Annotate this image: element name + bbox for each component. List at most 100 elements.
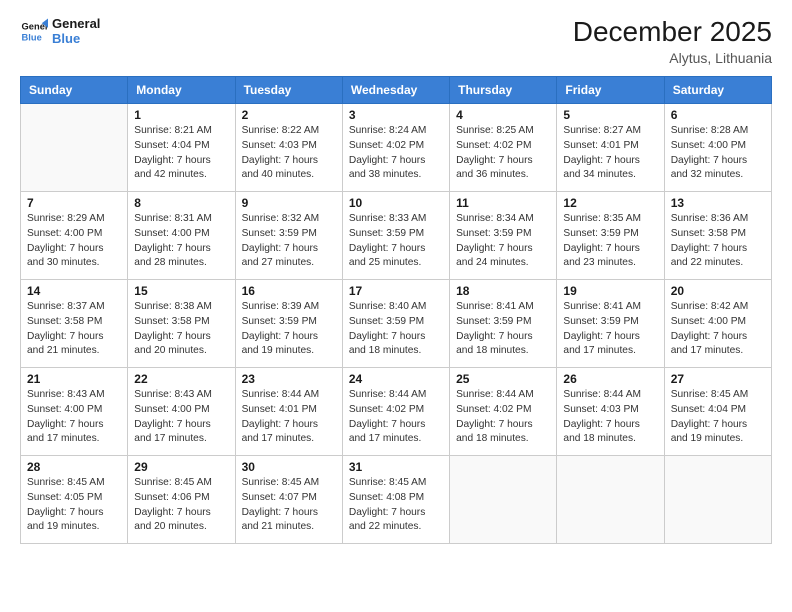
calendar-cell: 30 Sunrise: 8:45 AM Sunset: 4:07 PM Dayli… bbox=[235, 456, 342, 544]
day-number: 19 bbox=[563, 284, 657, 298]
day-number: 13 bbox=[671, 196, 765, 210]
calendar-page: General Blue General Blue December 2025 … bbox=[0, 0, 792, 612]
day-info: Sunrise: 8:34 AM Sunset: 3:59 PM Dayligh… bbox=[456, 212, 550, 271]
day-info: Sunrise: 8:44 AM Sunset: 4:02 PM Dayligh… bbox=[456, 388, 550, 447]
day-info: Sunrise: 8:27 AM Sunset: 4:01 PM Dayligh… bbox=[563, 124, 657, 183]
day-info: Sunrise: 8:45 AM Sunset: 4:07 PM Dayligh… bbox=[242, 476, 336, 535]
weekday-header-tuesday: Tuesday bbox=[235, 77, 342, 104]
day-number: 15 bbox=[134, 284, 228, 298]
day-number: 24 bbox=[349, 372, 443, 386]
calendar-cell: 11 Sunrise: 8:34 AM Sunset: 3:59 PM Dayli… bbox=[450, 192, 557, 280]
day-number: 29 bbox=[134, 460, 228, 474]
day-info: Sunrise: 8:41 AM Sunset: 3:59 PM Dayligh… bbox=[456, 300, 550, 359]
day-info: Sunrise: 8:45 AM Sunset: 4:08 PM Dayligh… bbox=[349, 476, 443, 535]
calendar-cell: 6 Sunrise: 8:28 AM Sunset: 4:00 PM Daylig… bbox=[664, 104, 771, 192]
day-number: 17 bbox=[349, 284, 443, 298]
day-info: Sunrise: 8:43 AM Sunset: 4:00 PM Dayligh… bbox=[134, 388, 228, 447]
logo-text-general: General bbox=[52, 16, 100, 31]
calendar-table: SundayMondayTuesdayWednesdayThursdayFrid… bbox=[20, 76, 772, 544]
day-info: Sunrise: 8:36 AM Sunset: 3:58 PM Dayligh… bbox=[671, 212, 765, 271]
day-info: Sunrise: 8:28 AM Sunset: 4:00 PM Dayligh… bbox=[671, 124, 765, 183]
calendar-cell: 25 Sunrise: 8:44 AM Sunset: 4:02 PM Dayli… bbox=[450, 368, 557, 456]
day-info: Sunrise: 8:39 AM Sunset: 3:59 PM Dayligh… bbox=[242, 300, 336, 359]
day-info: Sunrise: 8:38 AM Sunset: 3:58 PM Dayligh… bbox=[134, 300, 228, 359]
day-number: 25 bbox=[456, 372, 550, 386]
day-info: Sunrise: 8:44 AM Sunset: 4:03 PM Dayligh… bbox=[563, 388, 657, 447]
day-number: 2 bbox=[242, 108, 336, 122]
day-number: 6 bbox=[671, 108, 765, 122]
weekday-header-friday: Friday bbox=[557, 77, 664, 104]
calendar-cell: 21 Sunrise: 8:43 AM Sunset: 4:00 PM Dayli… bbox=[21, 368, 128, 456]
day-number: 30 bbox=[242, 460, 336, 474]
day-number: 9 bbox=[242, 196, 336, 210]
day-info: Sunrise: 8:37 AM Sunset: 3:58 PM Dayligh… bbox=[27, 300, 121, 359]
day-number: 22 bbox=[134, 372, 228, 386]
calendar-cell bbox=[450, 456, 557, 544]
day-info: Sunrise: 8:45 AM Sunset: 4:05 PM Dayligh… bbox=[27, 476, 121, 535]
calendar-cell: 20Sunrise: 8:42 AM Sunset: 4:00 PM Dayli… bbox=[664, 280, 771, 368]
day-number: 4 bbox=[456, 108, 550, 122]
calendar-cell: 2Sunrise: 8:22 AM Sunset: 4:03 PM Daylig… bbox=[235, 104, 342, 192]
weekday-header-wednesday: Wednesday bbox=[342, 77, 449, 104]
location: Alytus, Lithuania bbox=[573, 50, 772, 66]
day-info: Sunrise: 8:25 AM Sunset: 4:02 PM Dayligh… bbox=[456, 124, 550, 183]
calendar-cell: 19Sunrise: 8:41 AM Sunset: 3:59 PM Dayli… bbox=[557, 280, 664, 368]
day-number: 28 bbox=[27, 460, 121, 474]
calendar-cell bbox=[557, 456, 664, 544]
weekday-header-saturday: Saturday bbox=[664, 77, 771, 104]
calendar-week-row: 21 Sunrise: 8:43 AM Sunset: 4:00 PM Dayli… bbox=[21, 368, 772, 456]
calendar-cell: 5 Sunrise: 8:27 AM Sunset: 4:01 PM Daylig… bbox=[557, 104, 664, 192]
day-number: 27 bbox=[671, 372, 765, 386]
day-number: 14 bbox=[27, 284, 121, 298]
svg-text:Blue: Blue bbox=[22, 32, 42, 42]
day-number: 5 bbox=[563, 108, 657, 122]
calendar-week-row: 7 Sunrise: 8:29 AM Sunset: 4:00 PM Daylig… bbox=[21, 192, 772, 280]
weekday-header-sunday: Sunday bbox=[21, 77, 128, 104]
title-block: December 2025 Alytus, Lithuania bbox=[573, 16, 772, 66]
day-info: Sunrise: 8:31 AM Sunset: 4:00 PM Dayligh… bbox=[134, 212, 228, 271]
calendar-cell: 22 Sunrise: 8:43 AM Sunset: 4:00 PM Dayli… bbox=[128, 368, 235, 456]
logo-icon: General Blue bbox=[20, 17, 48, 45]
calendar-cell: 31 Sunrise: 8:45 AM Sunset: 4:08 PM Dayli… bbox=[342, 456, 449, 544]
day-number: 11 bbox=[456, 196, 550, 210]
calendar-cell: 13 Sunrise: 8:36 AM Sunset: 3:58 PM Dayli… bbox=[664, 192, 771, 280]
logo: General Blue General Blue bbox=[20, 16, 100, 46]
day-info: Sunrise: 8:45 AM Sunset: 4:06 PM Dayligh… bbox=[134, 476, 228, 535]
calendar-cell: 1 Sunrise: 8:21 AM Sunset: 4:04 PM Daylig… bbox=[128, 104, 235, 192]
calendar-cell: 9 Sunrise: 8:32 AM Sunset: 3:59 PM Daylig… bbox=[235, 192, 342, 280]
calendar-cell: 3Sunrise: 8:24 AM Sunset: 4:02 PM Daylig… bbox=[342, 104, 449, 192]
calendar-cell: 27 Sunrise: 8:45 AM Sunset: 4:04 PM Dayli… bbox=[664, 368, 771, 456]
day-info: Sunrise: 8:44 AM Sunset: 4:02 PM Dayligh… bbox=[349, 388, 443, 447]
day-number: 23 bbox=[242, 372, 336, 386]
day-number: 7 bbox=[27, 196, 121, 210]
day-number: 18 bbox=[456, 284, 550, 298]
calendar-cell: 26Sunrise: 8:44 AM Sunset: 4:03 PM Dayli… bbox=[557, 368, 664, 456]
calendar-cell: 12Sunrise: 8:35 AM Sunset: 3:59 PM Dayli… bbox=[557, 192, 664, 280]
day-info: Sunrise: 8:43 AM Sunset: 4:00 PM Dayligh… bbox=[27, 388, 121, 447]
day-info: Sunrise: 8:32 AM Sunset: 3:59 PM Dayligh… bbox=[242, 212, 336, 271]
day-info: Sunrise: 8:29 AM Sunset: 4:00 PM Dayligh… bbox=[27, 212, 121, 271]
page-header: General Blue General Blue December 2025 … bbox=[20, 16, 772, 66]
calendar-cell bbox=[21, 104, 128, 192]
calendar-cell: 24 Sunrise: 8:44 AM Sunset: 4:02 PM Dayli… bbox=[342, 368, 449, 456]
day-number: 1 bbox=[134, 108, 228, 122]
day-number: 10 bbox=[349, 196, 443, 210]
day-info: Sunrise: 8:24 AM Sunset: 4:02 PM Dayligh… bbox=[349, 124, 443, 183]
calendar-cell: 29 Sunrise: 8:45 AM Sunset: 4:06 PM Dayli… bbox=[128, 456, 235, 544]
calendar-cell: 23Sunrise: 8:44 AM Sunset: 4:01 PM Dayli… bbox=[235, 368, 342, 456]
day-number: 8 bbox=[134, 196, 228, 210]
day-info: Sunrise: 8:21 AM Sunset: 4:04 PM Dayligh… bbox=[134, 124, 228, 183]
weekday-header-thursday: Thursday bbox=[450, 77, 557, 104]
day-number: 16 bbox=[242, 284, 336, 298]
calendar-cell: 15 Sunrise: 8:38 AM Sunset: 3:58 PM Dayli… bbox=[128, 280, 235, 368]
calendar-week-row: 1 Sunrise: 8:21 AM Sunset: 4:04 PM Daylig… bbox=[21, 104, 772, 192]
day-number: 21 bbox=[27, 372, 121, 386]
calendar-cell bbox=[664, 456, 771, 544]
day-info: Sunrise: 8:45 AM Sunset: 4:04 PM Dayligh… bbox=[671, 388, 765, 447]
calendar-cell: 10 Sunrise: 8:33 AM Sunset: 3:59 PM Dayli… bbox=[342, 192, 449, 280]
day-info: Sunrise: 8:42 AM Sunset: 4:00 PM Dayligh… bbox=[671, 300, 765, 359]
day-info: Sunrise: 8:33 AM Sunset: 3:59 PM Dayligh… bbox=[349, 212, 443, 271]
calendar-cell: 8 Sunrise: 8:31 AM Sunset: 4:00 PM Daylig… bbox=[128, 192, 235, 280]
day-number: 31 bbox=[349, 460, 443, 474]
calendar-week-row: 14 Sunrise: 8:37 AM Sunset: 3:58 PM Dayli… bbox=[21, 280, 772, 368]
